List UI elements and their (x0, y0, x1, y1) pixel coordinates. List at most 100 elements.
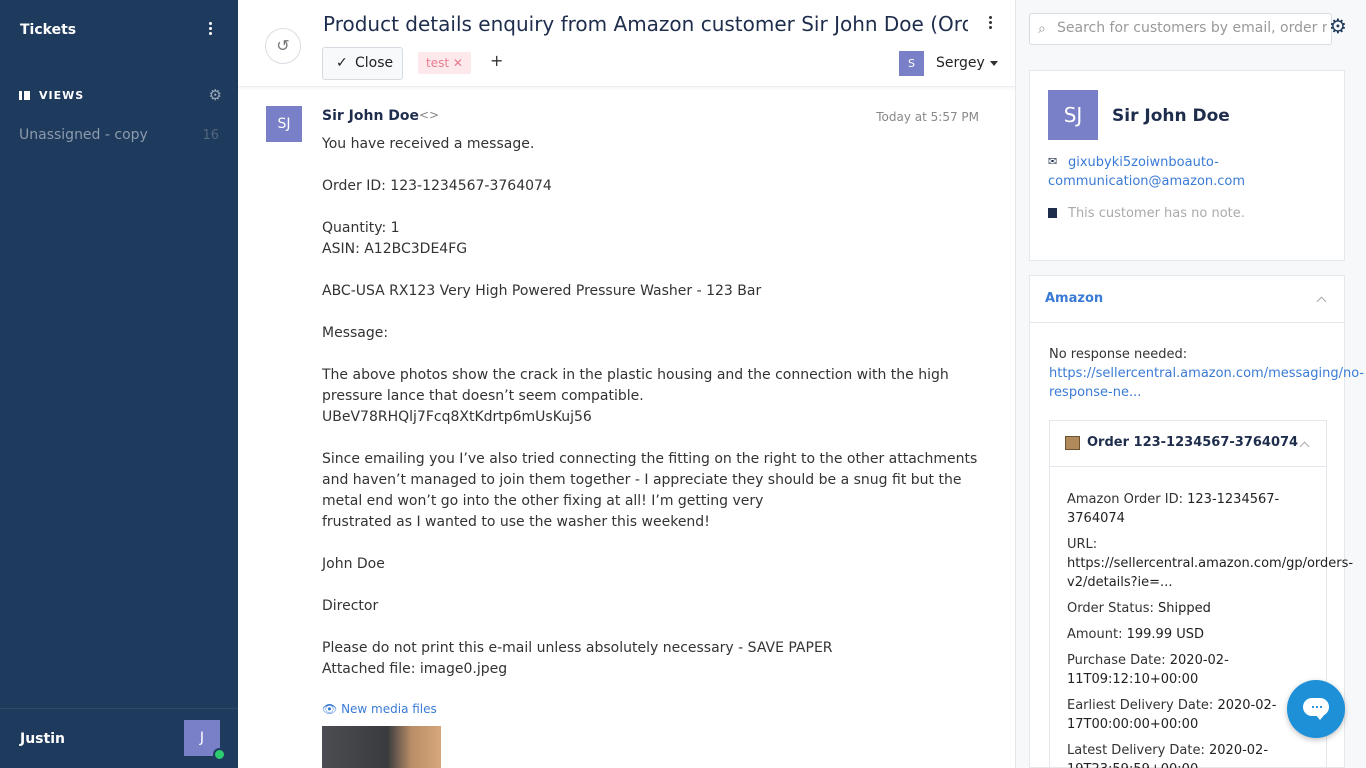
order-field: Purchase Date: 2020-02-11T09:12:10+00:00 (1067, 651, 1305, 689)
message-time: Today at 5:57 PM (876, 110, 979, 124)
order-field-label: URL: (1067, 537, 1098, 552)
media-link-label: New media files (341, 702, 437, 716)
customer-name: Sir John Doe (1112, 106, 1230, 126)
no-response-link[interactable]: https://sellercentral.amazon.com/messagi… (1049, 366, 1364, 400)
close-ticket-button[interactable]: ✓ Close (322, 47, 403, 80)
message-line (322, 344, 987, 365)
customer-panel: ⌕ ⚙ SJ Sir John Doe ✉ gixubyki5zoiwnboau… (1016, 0, 1366, 768)
order-field: Order Status: Shipped (1067, 599, 1305, 618)
views-label: VIEWS (39, 89, 85, 102)
current-user-name: Justin (20, 731, 65, 747)
chat-bubble-icon (1303, 698, 1329, 720)
search-icon: ⌕ (1038, 21, 1046, 37)
order-card: Order 123-1234567-3764074 Amazon Order I… (1049, 420, 1353, 768)
order-field: Latest Delivery Date: 2020-02-19T23:59:5… (1067, 741, 1305, 768)
ticket-menu-icon[interactable] (987, 16, 993, 32)
order-field: URL: https://sellercentral.amazon.com/gp… (1067, 535, 1353, 592)
customer-avatar: SJ (1048, 90, 1098, 140)
search-input[interactable] (1057, 20, 1327, 36)
eye-icon: 👁 (322, 702, 338, 716)
online-status-indicator (213, 748, 226, 761)
panel-settings-icon[interactable]: ⚙ (1329, 14, 1347, 38)
order-field: Earliest Delivery Date: 2020-02-17T00:00… (1067, 696, 1305, 734)
message-line (322, 260, 987, 281)
customer-card: SJ Sir John Doe ✉ gixubyki5zoiwnboauto-c… (1029, 70, 1345, 261)
tag-test[interactable]: test ✕ (418, 52, 471, 74)
order-header[interactable]: Order 123-1234567-3764074 (1050, 421, 1326, 467)
close-button-label: Close (355, 55, 394, 71)
message-line: Attached file: image0.jpeg (322, 661, 508, 677)
assignee-dropdown[interactable]: Sergey (936, 55, 985, 71)
order-field-value: 199.99 USD (1126, 627, 1205, 642)
new-media-files-link[interactable]: 👁 New media files (322, 702, 437, 716)
chat-widget-button[interactable] (1287, 680, 1345, 738)
message-line: UBeV78RHQlj7Fcq8XtKdrtp6mUsKuj56 (322, 409, 592, 425)
order-field-label: Order Status: (1067, 601, 1154, 616)
message-line (322, 575, 987, 596)
code-icon[interactable]: <> (419, 108, 439, 122)
message-line: ASIN: A12BC3DE4FG (322, 241, 468, 257)
message-line (322, 617, 987, 638)
view-label: Unassigned - copy (19, 127, 148, 143)
customer-email[interactable]: gixubyki5zoiwnboauto-communication@amazo… (1048, 153, 1308, 191)
sidebar-title: Tickets (20, 22, 77, 38)
sidebar: Tickets VIEWS ⚙ Unassigned - copy 16 Jus… (0, 0, 238, 768)
message-line (322, 428, 987, 449)
no-response-label: No response needed: (1049, 347, 1188, 362)
views-icon (19, 91, 30, 100)
message-line (322, 302, 987, 323)
sidebar-item-unassigned-copy[interactable]: Unassigned - copy 16 (19, 126, 224, 146)
order-field-value: Shipped (1158, 601, 1211, 616)
message-line: You have received a message. (322, 136, 535, 152)
message-line: Quantity: 1 (322, 220, 400, 236)
message-line: ABC-USA RX123 Very High Powered Pressure… (322, 283, 762, 299)
history-icon[interactable]: ↺ (265, 28, 301, 64)
customer-note[interactable]: This customer has no note. (1068, 206, 1245, 221)
sidebar-footer: Justin J (0, 708, 238, 768)
message-line (322, 533, 987, 554)
no-response-row: No response needed: https://sellercentra… (1049, 345, 1364, 402)
order-fields: Amazon Order ID: 123-1234567-3764074 URL:… (1067, 490, 1353, 768)
order-field-label: Amount: (1067, 627, 1123, 642)
check-icon: ✓ (336, 55, 348, 71)
order-field-label: Latest Delivery Date: (1067, 743, 1205, 758)
message-line: Message: (322, 325, 389, 341)
sender-name: Sir John Doe (322, 108, 420, 124)
message-body: You have received a message. Order ID: 12… (322, 134, 987, 680)
amazon-title: Amazon (1045, 291, 1104, 306)
add-tag-button[interactable]: + (490, 51, 503, 70)
order-field: Amazon Order ID: 123-1234567-3764074 (1067, 490, 1305, 528)
message-line: Order ID: 123-1234567-3764074 (322, 178, 552, 194)
package-icon (1065, 436, 1080, 450)
message-line: frustrated as I wanted to use the washer… (322, 514, 710, 530)
view-count: 16 (202, 128, 219, 143)
message-line (322, 155, 987, 176)
order-field: Amount: 199.99 USD (1067, 625, 1305, 644)
assignee-avatar: S (899, 51, 924, 76)
customer-search[interactable]: ⌕ (1029, 13, 1332, 45)
order-field-label: Earliest Delivery Date: (1067, 698, 1214, 713)
chevron-up-icon[interactable] (1299, 441, 1310, 452)
message-line: Since emailing you I’ve also tried conne… (322, 451, 978, 509)
sender-avatar: SJ (266, 106, 302, 142)
message-line: Director (322, 598, 379, 614)
order-title: Order 123-1234567-3764074 (1087, 435, 1299, 450)
chevron-up-icon[interactable] (1316, 296, 1327, 307)
order-url-link[interactable]: https://sellercentral.amazon.com/gp/orde… (1067, 556, 1353, 590)
ticket-view: ↺ Product details enquiry from Amazon cu… (238, 0, 1016, 768)
order-field-label: Purchase Date: (1067, 653, 1166, 668)
message-line: John Doe (322, 556, 385, 572)
note-icon (1048, 208, 1057, 218)
caret-down-icon[interactable] (990, 61, 998, 66)
message-line (322, 197, 987, 218)
message-line: The above photos show the crack in the p… (322, 367, 949, 404)
views-settings-icon[interactable]: ⚙ (209, 86, 222, 104)
ticket-title: Product details enquiry from Amazon cust… (323, 12, 968, 36)
message-line: Please do not print this e-mail unless a… (322, 640, 833, 656)
sidebar-menu-icon[interactable] (204, 22, 216, 40)
views-header: VIEWS ⚙ (19, 86, 224, 104)
ticket-header: ↺ Product details enquiry from Amazon cu… (238, 0, 1016, 87)
amazon-section-header[interactable]: Amazon (1030, 276, 1344, 323)
attachment-thumbnail[interactable] (322, 726, 441, 768)
order-field-label: Amazon Order ID: (1067, 492, 1183, 507)
